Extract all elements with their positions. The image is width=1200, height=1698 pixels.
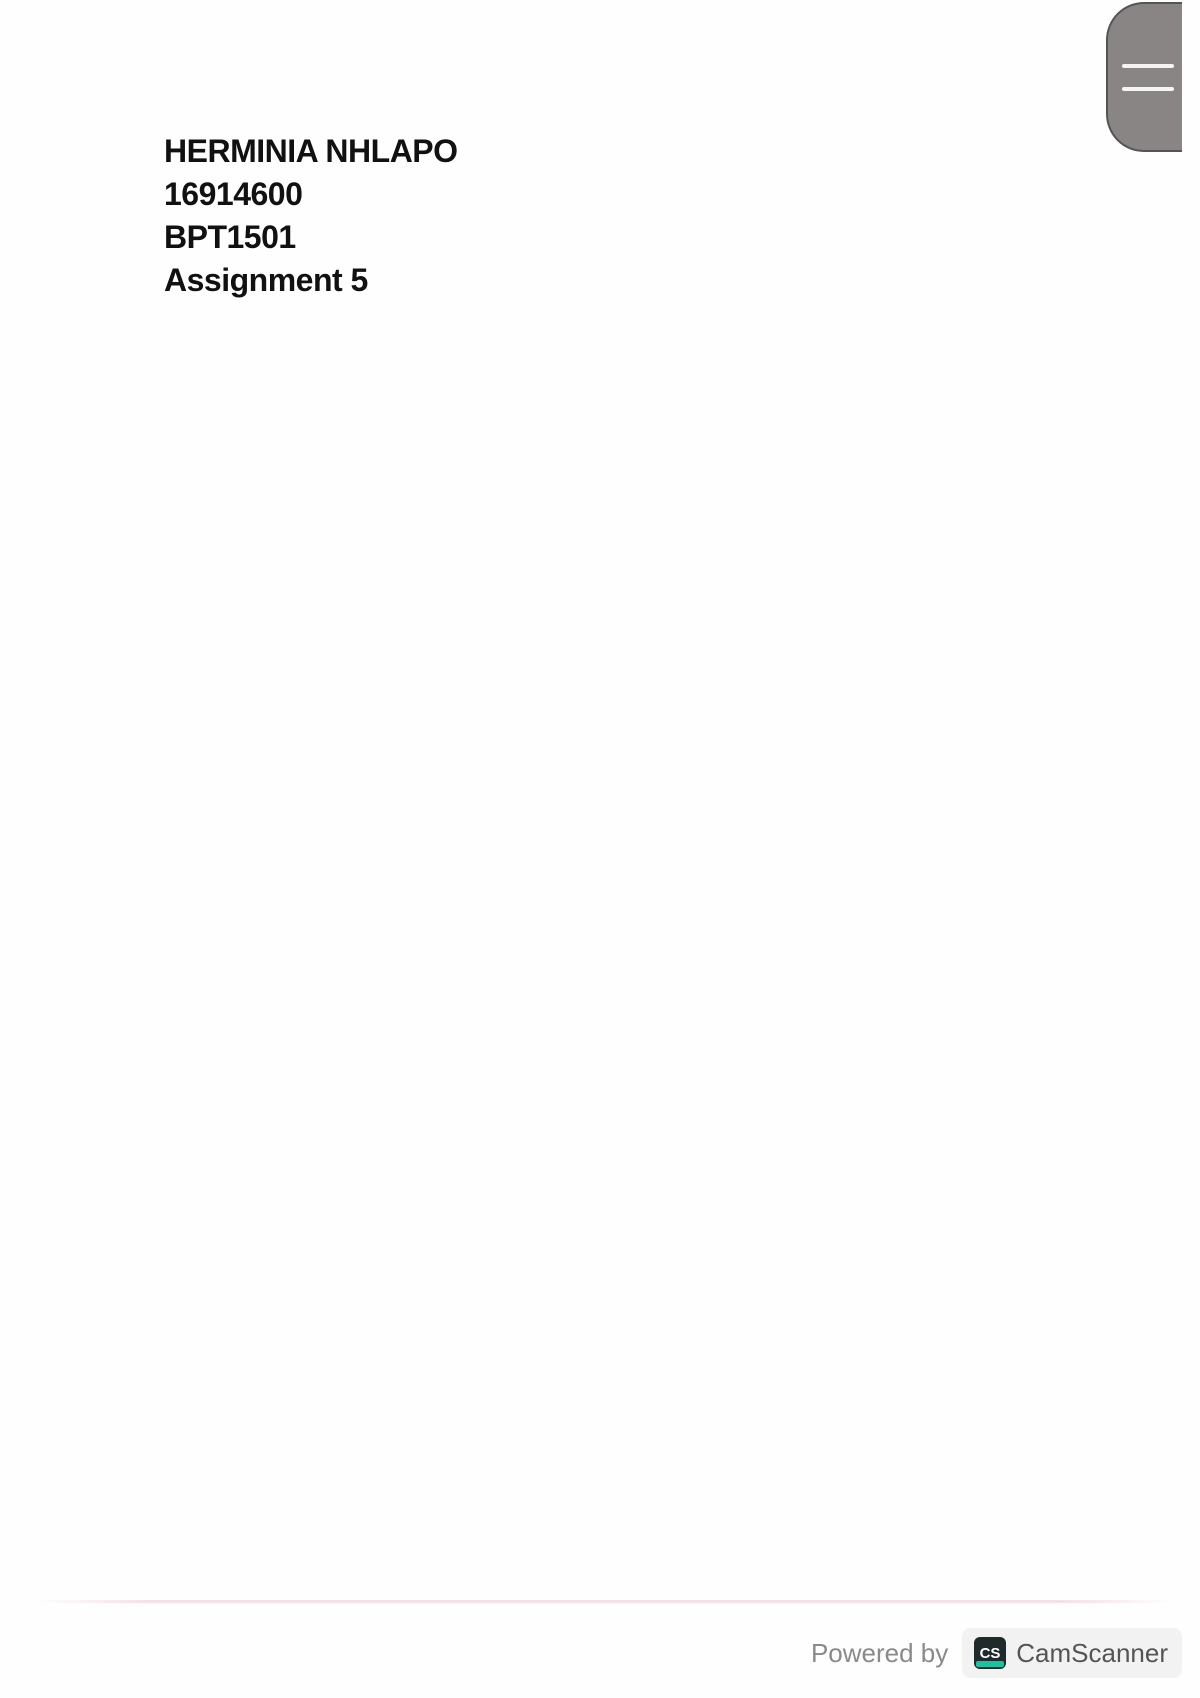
powered-by-label: Powered by <box>810 1637 949 1668</box>
assignment-title: Assignment 5 <box>164 262 368 298</box>
camscanner-badge: CS CamScanner <box>962 1628 1182 1678</box>
camscanner-watermark: Powered by CS CamScanner <box>811 1628 1182 1678</box>
hamburger-menu-icon <box>1122 64 1174 68</box>
menu-handle-button[interactable] <box>1106 2 1182 152</box>
document-header: HERMINIA NHLAPO 16914600 BPT1501 Assignm… <box>164 130 458 302</box>
student-number: 16914600 <box>164 176 303 212</box>
footer-divider <box>36 1600 1176 1603</box>
hamburger-menu-icon-line <box>1122 87 1174 91</box>
svg-text:CS: CS <box>980 1645 1001 1662</box>
student-name: HERMINIA NHLAPO <box>164 133 458 169</box>
camscanner-brand: CamScanner <box>1016 1637 1168 1668</box>
scanned-page: HERMINIA NHLAPO 16914600 BPT1501 Assignm… <box>0 0 1200 1698</box>
camscanner-logo-icon: CS <box>974 1637 1007 1669</box>
module-code: BPT1501 <box>164 219 296 255</box>
